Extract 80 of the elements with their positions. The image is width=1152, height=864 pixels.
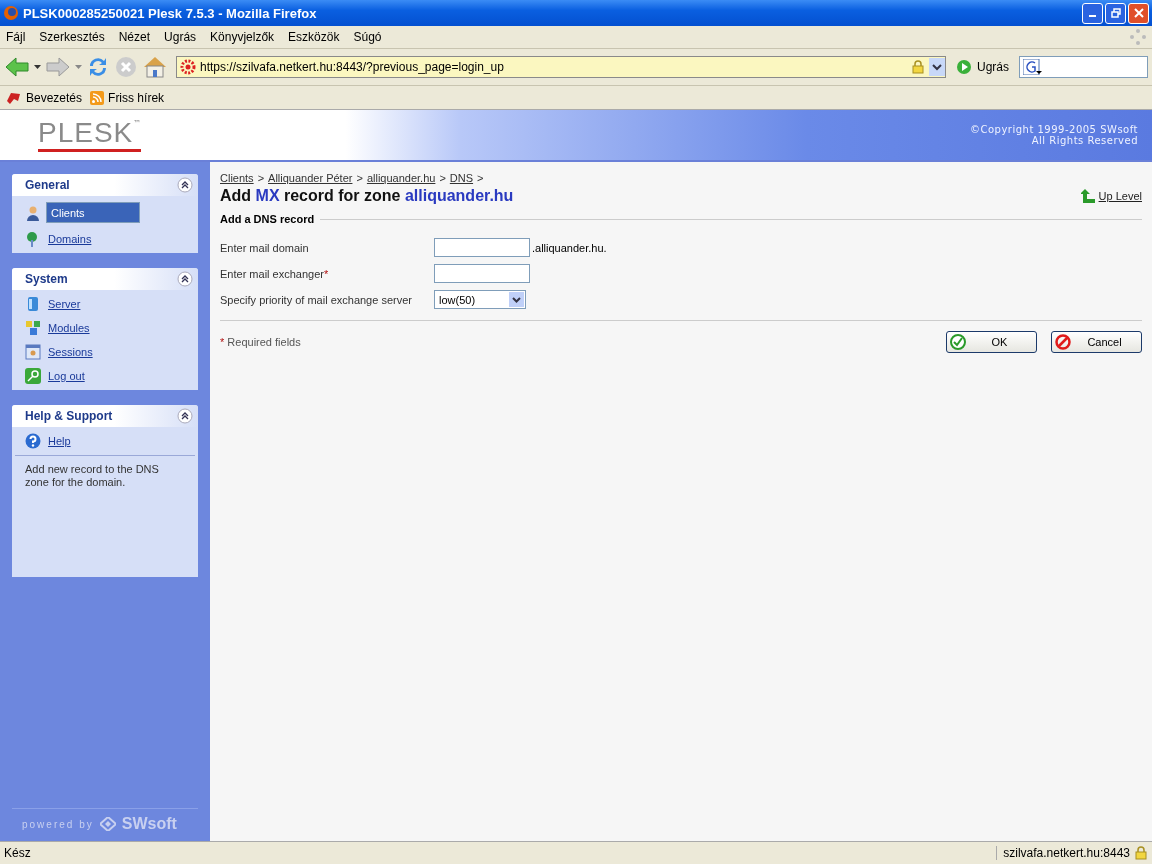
collapse-icon[interactable] (177, 408, 193, 424)
restore-button[interactable] (1105, 2, 1126, 24)
panel-title: System (25, 272, 68, 286)
server-icon (25, 296, 41, 312)
collapse-icon[interactable] (177, 177, 193, 193)
breadcrumb-link[interactable]: Alliquander Péter (268, 172, 353, 184)
restore-icon (1110, 8, 1121, 18)
browser-logo-icon (3, 5, 19, 21)
dropdown-arrow-icon[interactable] (34, 65, 41, 69)
breadcrumb-link[interactable]: alliquander.hu (366, 172, 436, 184)
sidebar-link[interactable]: Domains (46, 232, 94, 246)
bookmark-item[interactable]: Friss hírek (90, 90, 165, 105)
menu-item[interactable]: Nézet (118, 30, 151, 44)
gear-icon (180, 59, 196, 75)
copyright-text: All Rights Reserved (1031, 135, 1138, 146)
ok-button[interactable]: OK (946, 331, 1037, 353)
check-icon (950, 334, 966, 350)
window-title: PLSK000285250021 Plesk 7.5.3 - Mozilla Firefox (23, 5, 318, 21)
collapse-icon[interactable] (177, 271, 193, 287)
breadcrumb-separator: > (439, 172, 446, 184)
text-field[interactable] (434, 238, 530, 257)
status-host: szilvafa.netkert.hu:8443 (1003, 846, 1130, 860)
menu-item[interactable]: Súgó (353, 30, 382, 44)
play-icon (956, 59, 972, 75)
prohibited-icon (1055, 334, 1071, 350)
home-icon[interactable] (142, 55, 168, 79)
breadcrumb-separator: > (356, 172, 363, 184)
text-field[interactable] (434, 264, 530, 283)
diamond-logo-icon (99, 817, 116, 831)
cancel-button[interactable]: Cancel (1051, 331, 1142, 353)
brand-text: SWsoft (121, 815, 177, 833)
up-arrow-icon (1080, 189, 1095, 203)
powered-by-text: powered by (22, 818, 94, 830)
user-icon (25, 204, 41, 221)
search-field[interactable] (1019, 56, 1148, 78)
sidebar-link[interactable]: Sessions (46, 345, 95, 359)
menu-item[interactable]: Szerkesztés (39, 30, 105, 44)
copyright-text: ©Copyright 1999-2005 SWsoft (969, 124, 1138, 135)
address-field[interactable]: https://szilvafa.netkert.hu:8443/?previous_page=login_up (176, 56, 946, 78)
panel-title: General (25, 178, 70, 192)
minimize-icon (1089, 15, 1096, 17)
padlock-icon (1134, 846, 1148, 860)
cubes-icon (25, 320, 41, 336)
field-label: Enter mail exchanger* (220, 267, 330, 280)
field-label: Enter mail domain (220, 241, 310, 254)
page-heading: Add MX record for zone alliquander.hu (220, 187, 514, 205)
window-user-icon (25, 344, 41, 360)
help-text: Add new record to the DNS zone for the domain. (15, 455, 195, 496)
menu-item[interactable]: Ugrás (164, 30, 197, 44)
section-title: Add a DNS record (220, 213, 315, 225)
sidebar-link[interactable]: Clients (46, 202, 140, 223)
sidebar-link[interactable]: Help (46, 434, 73, 448)
sidebar-link[interactable]: Server (46, 297, 83, 311)
menu-item[interactable]: Eszközök (288, 30, 340, 44)
logo: PLESK™ (38, 118, 142, 152)
menu-item[interactable]: Könyvjelzők (210, 30, 275, 44)
help-icon (25, 433, 41, 449)
breadcrumb-link[interactable]: Clients (220, 172, 254, 184)
up-level-link[interactable]: Up Level (1098, 190, 1142, 202)
sidebar-link[interactable]: Modules (46, 321, 92, 335)
padlock-icon (911, 60, 925, 74)
sidebar-link[interactable]: Log out (46, 369, 87, 383)
bookmark-item[interactable]: Bevezetés (6, 90, 83, 105)
required-fields-note: * Required fields (220, 336, 301, 348)
throbber-icon (1130, 29, 1146, 45)
minimize-button[interactable] (1082, 2, 1103, 24)
field-label: Specify priority of mail exchange server (220, 293, 413, 306)
go-button[interactable]: Ugrás (950, 59, 1015, 75)
search-engine-icon (1023, 59, 1043, 75)
close-button[interactable] (1128, 2, 1149, 24)
breadcrumb-separator: > (257, 172, 265, 184)
domain-suffix: .alliquander.hu. (532, 241, 607, 254)
menu-item[interactable]: Fájl (6, 30, 26, 44)
close-icon (1133, 8, 1144, 18)
priority-select[interactable]: low(50) (434, 290, 526, 309)
breadcrumb-separator: > (477, 172, 484, 184)
rss-feed-icon (90, 90, 105, 105)
status-text: Kész (4, 846, 31, 860)
breadcrumb-link[interactable]: DNS (449, 172, 474, 184)
panel-title: Help & Support (25, 409, 113, 423)
